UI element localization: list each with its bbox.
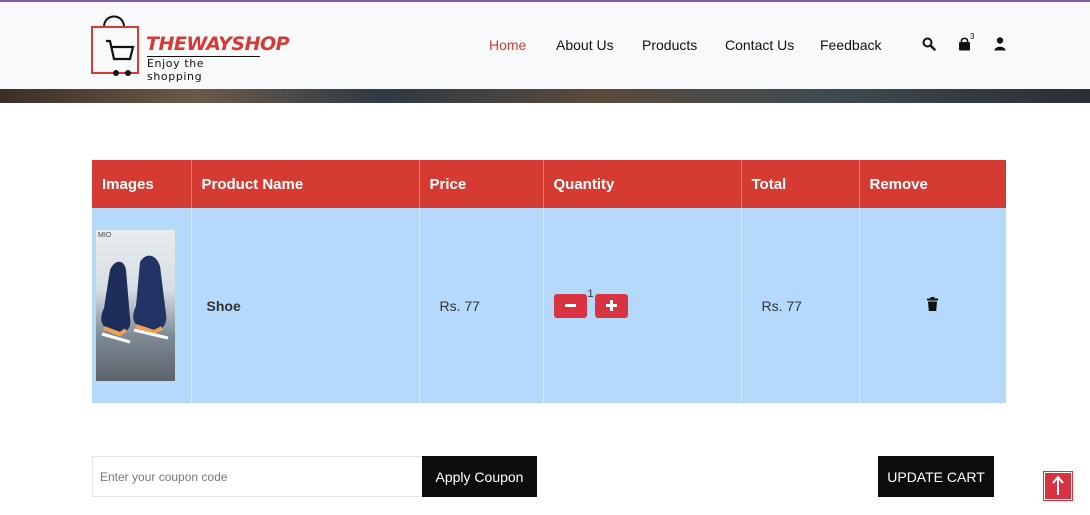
minus-icon [564, 303, 576, 307]
quantity-stepper: 1 [543, 208, 742, 403]
apply-coupon-button[interactable]: Apply Coupon [422, 456, 537, 497]
nav-item-contact-us[interactable]: Contact Us [725, 37, 794, 53]
col-remove: Remove [859, 160, 1006, 208]
brand-name: THEWAYSHOP [146, 33, 290, 55]
nav-item-products[interactable]: Products [642, 37, 697, 53]
nav-item-home[interactable]: Home [489, 37, 526, 53]
brand-logo[interactable]: THEWAYSHOP Enjoy the shopping [90, 11, 290, 83]
product-name[interactable]: Shoe [191, 208, 420, 403]
brand-tagline: Enjoy the shopping [147, 56, 260, 83]
trash-icon[interactable] [927, 297, 939, 311]
remove-cell [859, 208, 1006, 403]
product-price: Rs. 77 [419, 208, 544, 403]
shopping-bag-logo-icon [91, 15, 139, 76]
arrow-up-icon [1052, 475, 1064, 495]
table-row: MIO Shoe Rs. 77 1 Rs. 77 [92, 208, 1006, 403]
cart-table-header: Images Product Name Price Quantity Total… [92, 160, 1006, 208]
nav-item-about-us[interactable]: About Us [556, 37, 614, 53]
col-price: Price [419, 160, 544, 208]
product-image[interactable]: MIO [96, 230, 175, 381]
product-image-cell: MIO [92, 208, 192, 403]
col-quantity: Quantity [543, 160, 742, 208]
user-icon[interactable] [994, 37, 1006, 51]
col-total: Total [741, 160, 860, 208]
hero-banner-strip [0, 89, 1090, 103]
decrease-quantity-button[interactable] [553, 293, 587, 318]
update-cart-button[interactable]: UPDATE CART [878, 456, 994, 497]
shoe-illustration [101, 255, 169, 344]
cart-count-badge: 3 [970, 32, 975, 41]
coupon-code-input[interactable] [92, 456, 423, 497]
back-to-top-button[interactable] [1043, 471, 1073, 501]
cart-table: Images Product Name Price Quantity Total… [92, 160, 1006, 403]
product-total: Rs. 77 [741, 208, 860, 403]
nav-item-feedback[interactable]: Feedback [820, 37, 881, 53]
col-images: Images [92, 160, 192, 208]
increase-quantity-button[interactable] [594, 293, 628, 318]
col-product-name: Product Name [191, 160, 420, 208]
search-icon[interactable] [922, 37, 936, 51]
quantity-value: 1 [587, 287, 594, 300]
